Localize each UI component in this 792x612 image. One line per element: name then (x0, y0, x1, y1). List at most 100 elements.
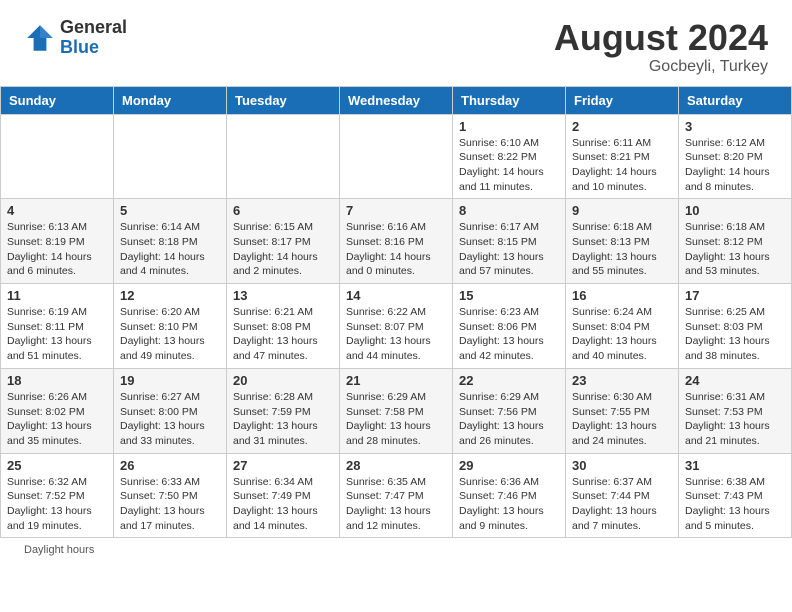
logo: General Blue (24, 18, 127, 58)
col-sunday: Sunday (1, 86, 114, 114)
calendar-cell: 21Sunrise: 6:29 AM Sunset: 7:58 PM Dayli… (340, 368, 453, 453)
day-number: 14 (346, 288, 446, 303)
calendar-cell (227, 114, 340, 199)
day-number: 7 (346, 203, 446, 218)
calendar-cell: 19Sunrise: 6:27 AM Sunset: 8:00 PM Dayli… (114, 368, 227, 453)
calendar-cell: 14 Sunrise: 6:22 AM Sunset: 8:07 PM Dayli… (340, 284, 453, 369)
calendar-cell: 11 Sunrise: 6:19 AM Sunset: 8:11 PM Dayli… (1, 284, 114, 369)
day-number: 27 (233, 458, 333, 473)
calendar-week-row: 25 Sunrise: 6:32 AM Sunset: 7:52 PM Dayli… (1, 453, 792, 538)
calendar-cell: 28 Sunrise: 6:35 AM Sunset: 7:47 PM Dayli… (340, 453, 453, 538)
day-info: Sunrise: 6:35 AM Sunset: 7:47 PM Dayligh… (346, 475, 446, 534)
day-info: Sunrise: 6:29 AM Sunset: 7:58 PM Dayligh… (346, 390, 446, 449)
col-thursday: Thursday (453, 86, 566, 114)
day-info: Sunrise: 6:18 AM Sunset: 8:12 PM Dayligh… (685, 220, 785, 279)
col-tuesday: Tuesday (227, 86, 340, 114)
col-monday: Monday (114, 86, 227, 114)
calendar-cell: 7 Sunrise: 6:16 AM Sunset: 8:16 PM Daylig… (340, 199, 453, 284)
day-number: 1 (459, 119, 559, 134)
day-info: Sunrise: 6:13 AM Sunset: 8:19 PM Dayligh… (7, 220, 107, 279)
day-info: Sunrise: 6:34 AM Sunset: 7:49 PM Dayligh… (233, 475, 333, 534)
day-number: 3 (685, 119, 785, 134)
location-title: Gocbeyli, Turkey (554, 58, 768, 76)
day-number: 8 (459, 203, 559, 218)
col-friday: Friday (566, 86, 679, 114)
day-number: 9 (572, 203, 672, 218)
day-info: Sunrise: 6:14 AM Sunset: 8:18 PM Dayligh… (120, 220, 220, 279)
calendar-cell: 12 Sunrise: 6:20 AM Sunset: 8:10 PM Dayli… (114, 284, 227, 369)
day-info: Sunrise: 6:36 AM Sunset: 7:46 PM Dayligh… (459, 475, 559, 534)
calendar-cell: 30 Sunrise: 6:37 AM Sunset: 7:44 PM Dayli… (566, 453, 679, 538)
day-info: Sunrise: 6:29 AM Sunset: 7:56 PM Dayligh… (459, 390, 559, 449)
day-number: 30 (572, 458, 672, 473)
calendar-cell: 26Sunrise: 6:33 AM Sunset: 7:50 PM Dayli… (114, 453, 227, 538)
day-info: Sunrise: 6:32 AM Sunset: 7:52 PM Dayligh… (7, 475, 107, 534)
day-number: 6 (233, 203, 333, 218)
calendar-cell: 23Sunrise: 6:30 AM Sunset: 7:55 PM Dayli… (566, 368, 679, 453)
day-info: Sunrise: 6:37 AM Sunset: 7:44 PM Dayligh… (572, 475, 672, 534)
day-info: Sunrise: 6:33 AM Sunset: 7:50 PM Dayligh… (120, 475, 220, 534)
day-info: Sunrise: 6:21 AM Sunset: 8:08 PM Dayligh… (233, 305, 333, 364)
logo-general-text: General (60, 18, 127, 38)
calendar-week-row: 1 Sunrise: 6:10 AM Sunset: 8:22 PM Daylig… (1, 114, 792, 199)
day-number: 11 (7, 288, 107, 303)
logo-icon (24, 22, 56, 54)
footer-text: Daylight hours (24, 544, 94, 556)
day-number: 13 (233, 288, 333, 303)
calendar-cell: 15Sunrise: 6:23 AM Sunset: 8:06 PM Dayli… (453, 284, 566, 369)
day-info: Sunrise: 6:25 AM Sunset: 8:03 PM Dayligh… (685, 305, 785, 364)
day-info: Sunrise: 6:10 AM Sunset: 8:22 PM Dayligh… (459, 136, 559, 195)
day-number: 10 (685, 203, 785, 218)
calendar-cell: 8Sunrise: 6:17 AM Sunset: 8:15 PM Daylig… (453, 199, 566, 284)
calendar-cell: 25 Sunrise: 6:32 AM Sunset: 7:52 PM Dayli… (1, 453, 114, 538)
col-saturday: Saturday (679, 86, 792, 114)
day-number: 5 (120, 203, 220, 218)
day-number: 4 (7, 203, 107, 218)
calendar-cell: 5 Sunrise: 6:14 AM Sunset: 8:18 PM Daylig… (114, 199, 227, 284)
day-info: Sunrise: 6:18 AM Sunset: 8:13 PM Dayligh… (572, 220, 672, 279)
calendar-cell (114, 114, 227, 199)
calendar-cell (1, 114, 114, 199)
page-header: General Blue August 2024 Gocbeyli, Turke… (0, 0, 792, 86)
month-title: August 2024 (554, 18, 768, 58)
calendar-header-row: Sunday Monday Tuesday Wednesday Thursday… (1, 86, 792, 114)
calendar-cell: 1 Sunrise: 6:10 AM Sunset: 8:22 PM Daylig… (453, 114, 566, 199)
day-number: 19 (120, 373, 220, 388)
day-number: 31 (685, 458, 785, 473)
day-info: Sunrise: 6:22 AM Sunset: 8:07 PM Dayligh… (346, 305, 446, 364)
title-area: August 2024 Gocbeyli, Turkey (554, 18, 768, 76)
day-info: Sunrise: 6:12 AM Sunset: 8:20 PM Dayligh… (685, 136, 785, 195)
logo-blue-text: Blue (60, 38, 127, 58)
calendar-cell (340, 114, 453, 199)
day-info: Sunrise: 6:23 AM Sunset: 8:06 PM Dayligh… (459, 305, 559, 364)
day-number: 25 (7, 458, 107, 473)
day-info: Sunrise: 6:19 AM Sunset: 8:11 PM Dayligh… (7, 305, 107, 364)
day-info: Sunrise: 6:15 AM Sunset: 8:17 PM Dayligh… (233, 220, 333, 279)
calendar-cell: 24Sunrise: 6:31 AM Sunset: 7:53 PM Dayli… (679, 368, 792, 453)
day-info: Sunrise: 6:20 AM Sunset: 8:10 PM Dayligh… (120, 305, 220, 364)
calendar-table: Sunday Monday Tuesday Wednesday Thursday… (0, 86, 792, 539)
calendar-cell: 27 Sunrise: 6:34 AM Sunset: 7:49 PM Dayli… (227, 453, 340, 538)
calendar-cell: 17 Sunrise: 6:25 AM Sunset: 8:03 PM Dayli… (679, 284, 792, 369)
day-number: 17 (685, 288, 785, 303)
day-number: 24 (685, 373, 785, 388)
day-info: Sunrise: 6:16 AM Sunset: 8:16 PM Dayligh… (346, 220, 446, 279)
calendar-cell: 22Sunrise: 6:29 AM Sunset: 7:56 PM Dayli… (453, 368, 566, 453)
day-info: Sunrise: 6:26 AM Sunset: 8:02 PM Dayligh… (7, 390, 107, 449)
calendar-week-row: 4 Sunrise: 6:13 AM Sunset: 8:19 PM Daylig… (1, 199, 792, 284)
logo-text: General Blue (60, 18, 127, 58)
day-number: 2 (572, 119, 672, 134)
day-number: 28 (346, 458, 446, 473)
day-number: 18 (7, 373, 107, 388)
day-info: Sunrise: 6:24 AM Sunset: 8:04 PM Dayligh… (572, 305, 672, 364)
calendar-week-row: 11 Sunrise: 6:19 AM Sunset: 8:11 PM Dayli… (1, 284, 792, 369)
calendar-cell: 3 Sunrise: 6:12 AM Sunset: 8:20 PM Daylig… (679, 114, 792, 199)
calendar-cell: 9 Sunrise: 6:18 AM Sunset: 8:13 PM Daylig… (566, 199, 679, 284)
calendar-cell: 16 Sunrise: 6:24 AM Sunset: 8:04 PM Dayli… (566, 284, 679, 369)
day-number: 16 (572, 288, 672, 303)
calendar-week-row: 18 Sunrise: 6:26 AM Sunset: 8:02 PM Dayli… (1, 368, 792, 453)
calendar-cell: 18 Sunrise: 6:26 AM Sunset: 8:02 PM Dayli… (1, 368, 114, 453)
calendar-cell: 10 Sunrise: 6:18 AM Sunset: 8:12 PM Dayli… (679, 199, 792, 284)
day-number: 12 (120, 288, 220, 303)
day-number: 29 (459, 458, 559, 473)
